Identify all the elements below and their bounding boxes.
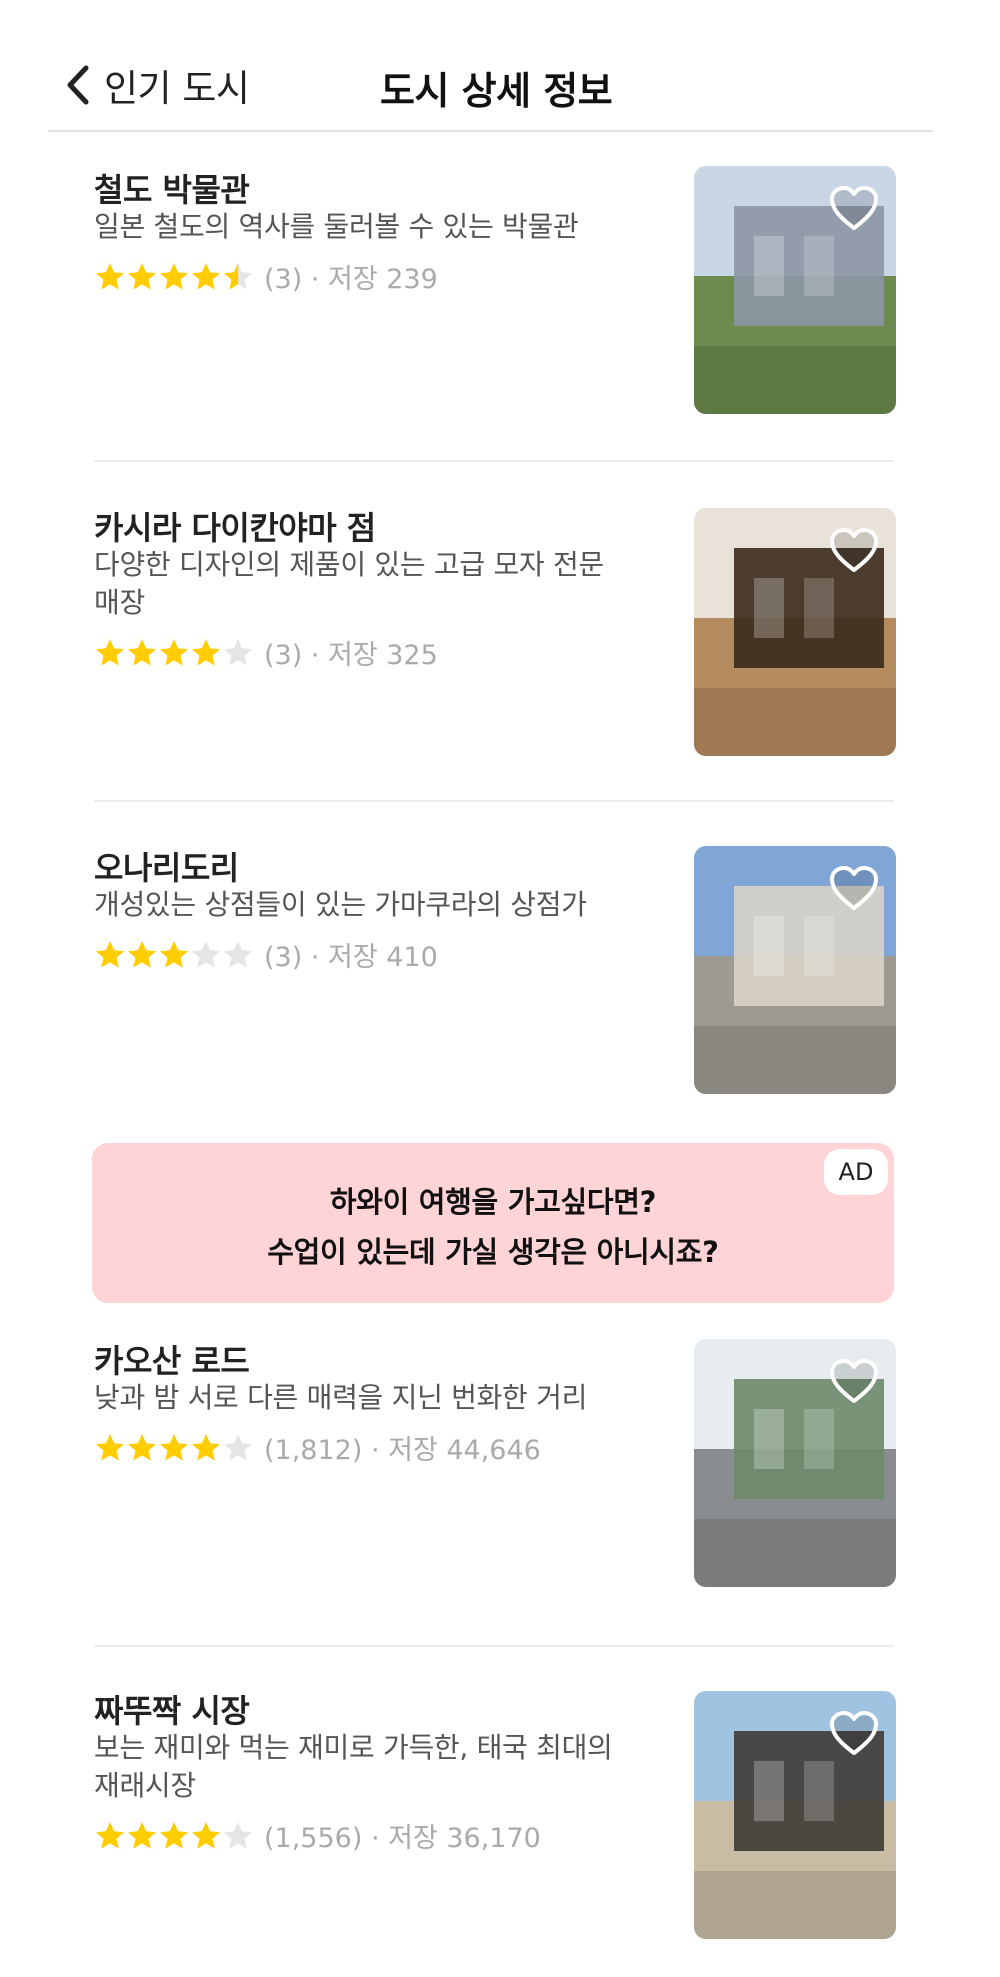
ad-line-1: 하와이 여행을 가고싶다면? [329,1185,657,1219]
heart-icon[interactable] [828,184,880,232]
star-filled-icon [128,638,156,666]
list-item[interactable]: 카오산 로드 낮과 밤 서로 다른 매력을 지닌 번화한 거리 (1,812) … [94,1336,896,1596]
item-divider [94,800,894,802]
page-title: 도시 상세 정보 [380,69,613,113]
star-filled-icon [160,1821,188,1849]
rating-row: (3) · 저장 410 [94,935,438,974]
star-filled-icon [96,262,124,290]
place-description: 보는 재미와 먹는 재미로 가득한, 태국 최대의 재래시장 [94,1731,613,1802]
rating-row: (1,812) · 저장 44,646 [94,1428,541,1467]
star-filled-icon [128,940,156,968]
place-thumbnail[interactable] [694,166,896,414]
rating-meta: (1,812) · 저장 44,646 [264,1435,541,1466]
rating-meta: (3) · 저장 410 [264,942,438,973]
star-empty-icon [192,940,220,968]
star-rating [94,1820,254,1852]
star-filled-icon [96,638,124,666]
star-filled-icon [192,638,220,666]
star-filled-icon [96,1821,124,1849]
star-rating [94,637,254,669]
back-button[interactable]: 인기 도시 [62,58,250,112]
place-description: 낮과 밤 서로 다른 매력을 지닌 번화한 거리 [94,1381,588,1414]
star-filled-icon [96,1433,124,1461]
place-title: 카오산 로드 [94,1342,250,1380]
rating-row: (3) · 저장 239 [94,257,438,296]
star-rating [94,261,254,293]
star-filled-icon [192,1433,220,1461]
chevron-left-icon [67,65,89,105]
star-empty-icon [224,940,252,968]
star-half-icon [224,262,252,290]
place-title: 오나리도리 [94,849,239,887]
place-thumbnail[interactable] [694,1691,896,1939]
list-item[interactable]: 철도 박물관 일본 철도의 역사를 둘러볼 수 있는 박물관 (3) · 저장 … [94,165,896,425]
star-empty-icon [224,638,252,666]
rating-meta: (1,556) · 저장 36,170 [264,1823,541,1854]
star-filled-icon [128,1433,156,1461]
rating-row: (1,556) · 저장 36,170 [94,1816,541,1855]
place-description: 다양한 디자인의 제품이 있는 고급 모자 전문 매장 [94,548,604,619]
heart-icon[interactable] [828,1709,880,1757]
ad-line-2: 수업이 있는데 가실 생각은 아니시죠? [267,1235,719,1269]
rating-meta: (3) · 저장 239 [264,264,438,295]
heart-icon[interactable] [828,1357,880,1405]
header: 인기 도시 도시 상세 정보 [0,0,1000,132]
item-divider [94,1645,894,1647]
place-thumbnail[interactable] [694,1339,896,1587]
list-item[interactable]: 카시라 다이칸야마 점 다양한 디자인의 제품이 있는 고급 모자 전문 매장 … [94,503,896,763]
star-rating [94,939,254,971]
list-item[interactable]: 오나리도리 개성있는 상점들이 있는 가마쿠라의 상점가 (3) · 저장 41… [94,843,896,1103]
list-item[interactable]: 짜뚜짝 시장 보는 재미와 먹는 재미로 가득한, 태국 최대의 재래시장 (1… [94,1686,896,1946]
star-filled-icon [160,940,188,968]
star-filled-icon [192,1821,220,1849]
place-title: 철도 박물관 [94,171,250,209]
place-thumbnail[interactable] [694,508,896,756]
star-filled-icon [160,638,188,666]
heart-icon[interactable] [828,864,880,912]
place-title: 카시라 다이칸야마 점 [94,509,376,547]
back-label: 인기 도시 [104,67,250,110]
star-empty-icon [224,1433,252,1461]
place-description: 일본 철도의 역사를 둘러볼 수 있는 박물관 [94,210,579,243]
ad-text: 하와이 여행을 가고싶다면? 수업이 있는데 가실 생각은 아니시죠? [92,1177,894,1277]
rating-meta: (3) · 저장 325 [264,640,438,671]
star-empty-icon [224,1821,252,1849]
star-filled-icon [160,1433,188,1461]
heart-icon[interactable] [828,526,880,574]
ad-banner[interactable]: AD 하와이 여행을 가고싶다면? 수업이 있는데 가실 생각은 아니시죠? [92,1143,894,1303]
place-thumbnail[interactable] [694,846,896,1094]
place-title: 짜뚜짝 시장 [94,1692,250,1730]
star-filled-icon [192,262,220,290]
star-filled-icon [128,1821,156,1849]
star-filled-icon [160,262,188,290]
header-divider [48,130,933,132]
item-divider [94,460,894,462]
place-description: 개성있는 상점들이 있는 가마쿠라의 상점가 [94,888,587,921]
rating-row: (3) · 저장 325 [94,633,438,672]
star-filled-icon [96,940,124,968]
star-rating [94,1432,254,1464]
star-filled-icon [128,262,156,290]
